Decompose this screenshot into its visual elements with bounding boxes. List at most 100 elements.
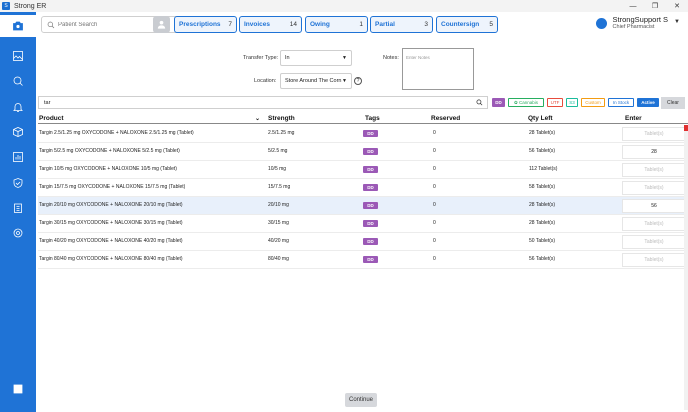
table-row[interactable]: Targin 2.5/1.25 mg OXYCODONE + NALOXONE …	[38, 125, 688, 143]
maximize-icon[interactable]: ❐	[644, 0, 666, 12]
help-icon[interactable]: ?	[354, 77, 362, 85]
reserved-value: 0	[433, 256, 436, 262]
chip-custom[interactable]: Custom	[581, 98, 605, 107]
sidebar-item-compliance[interactable]	[0, 172, 36, 194]
chip-dd[interactable]: DD	[492, 98, 505, 107]
add-patient-button[interactable]	[153, 16, 170, 33]
chip-cannabis[interactable]: ✿ Cannabis	[508, 98, 544, 107]
tab-count: 1	[359, 21, 363, 28]
chip-in-stock[interactable]: In Stock	[608, 98, 634, 107]
chip-s3[interactable]: S3	[566, 98, 578, 107]
strength-value: 30/15 mg	[268, 220, 289, 226]
col-strength[interactable]: Strength	[268, 115, 295, 122]
table-row[interactable]: Targin 80/40 mg OXYCODONE + NALOXONE 80/…	[38, 251, 688, 269]
filter-query: tar	[44, 99, 51, 106]
chip-utf[interactable]: UTF	[547, 98, 563, 107]
caret-down-icon: ▼	[342, 78, 347, 84]
search-icon[interactable]	[476, 99, 483, 106]
enter-quantity-input[interactable]: 56	[622, 199, 686, 213]
sidebar-item-patient-search[interactable]	[0, 70, 36, 92]
location-select[interactable]: Store Around The Corn ▼	[280, 73, 352, 89]
reserved-value: 0	[433, 238, 436, 244]
chip-active[interactable]: Active	[637, 98, 659, 107]
tab-label: Prescriptions	[179, 21, 221, 28]
sidebar-item-notifications[interactable]	[0, 96, 36, 118]
tag-badge-dd: DD	[363, 148, 378, 155]
strength-value: 15/7.5 mg	[268, 184, 291, 190]
sidebar-item-tasks[interactable]	[0, 197, 36, 219]
tab-count: 14	[289, 21, 297, 28]
transfer-type-select[interactable]: In ▼	[280, 50, 352, 66]
product-filter-input[interactable]: tar	[38, 96, 488, 109]
tag-badge-dd: DD	[363, 166, 378, 173]
patient-search-input[interactable]	[58, 21, 168, 28]
enter-quantity-input[interactable]: Tablet(s)	[622, 127, 686, 141]
enter-quantity-input[interactable]: Tablet(s)	[622, 235, 686, 249]
table-row[interactable]: Targin 40/20 mg OXYCODONE + NALOXONE 40/…	[38, 233, 688, 251]
sort-chevron-icon[interactable]: ⌄	[255, 115, 260, 122]
table-row[interactable]: Targin 10/5 mg OXYCODONE + NALOXONE 10/5…	[38, 161, 688, 179]
enter-quantity-input[interactable]: Tablet(s)	[622, 181, 686, 195]
search-icon	[47, 21, 55, 28]
notes-label: Notes:	[383, 55, 399, 61]
sidebar-item-camera[interactable]	[0, 15, 36, 37]
col-reserved[interactable]: Reserved	[431, 115, 460, 122]
tab-prescriptions[interactable]: Prescriptions 7	[174, 16, 237, 33]
enter-quantity-input[interactable]: Tablet(s)	[622, 253, 686, 267]
col-tags[interactable]: Tags	[365, 115, 380, 122]
tab-invoices[interactable]: Invoices 14	[239, 16, 302, 33]
reserved-value: 0	[433, 130, 436, 136]
table-row[interactable]: Targin 5/2.5 mg OXYCODONE + NALOXONE 5/2…	[38, 143, 688, 161]
sidebar-item-settings[interactable]	[0, 222, 36, 244]
tag-badge-dd: DD	[363, 184, 378, 191]
reserved-value: 0	[433, 202, 436, 208]
table-row[interactable]: Targin 15/7.5 mg OXYCODONE + NALOXONE 15…	[38, 179, 688, 197]
box-icon	[13, 127, 23, 137]
location-label: Location:	[254, 78, 277, 84]
minimize-icon[interactable]: —	[622, 0, 644, 12]
tab-partial[interactable]: Partial 3	[370, 16, 433, 33]
close-icon[interactable]: ✕	[666, 0, 688, 12]
enter-quantity-input[interactable]: Tablet(s)	[622, 217, 686, 231]
sidebar	[0, 12, 36, 412]
user-role: Chief Pharmacist	[612, 24, 655, 30]
scrollbar-thumb[interactable]	[684, 125, 688, 131]
product-name: Targin 40/20 mg OXYCODONE + NALOXONE 40/…	[39, 238, 183, 244]
chevron-down-icon[interactable]: ▼	[674, 19, 680, 25]
product-name: Targin 15/7.5 mg OXYCODONE + NALOXONE 15…	[39, 184, 186, 190]
clipboard-icon	[14, 203, 22, 213]
product-name: Targin 30/15 mg OXYCODONE + NALOXONE 30/…	[39, 220, 183, 226]
tab-countersign[interactable]: Countersign 5	[436, 16, 498, 33]
reserved-value: 0	[433, 166, 436, 172]
notes-textarea[interactable]: Enter Notes	[402, 48, 474, 90]
logout-icon	[13, 384, 23, 394]
sidebar-item-logout[interactable]	[0, 378, 36, 400]
table-scrollbar[interactable]	[684, 125, 688, 410]
tab-label: Owing	[310, 21, 330, 28]
continue-button[interactable]: Continue	[345, 393, 377, 407]
reserved-value: 0	[433, 220, 436, 226]
sidebar-item-reports[interactable]	[0, 146, 36, 168]
enter-quantity-input[interactable]: 28	[622, 145, 686, 159]
tab-owing[interactable]: Owing 1	[305, 16, 368, 33]
chip-cannabis-label: Cannabis	[519, 100, 539, 105]
reserved-value: 0	[433, 184, 436, 190]
tab-label: Invoices	[244, 21, 271, 28]
col-enter: Enter	[625, 115, 642, 122]
col-product[interactable]: Product	[39, 115, 64, 122]
sidebar-item-inventory[interactable]	[0, 121, 36, 143]
col-qty-left[interactable]: Qty Left	[528, 115, 553, 122]
enter-quantity-input[interactable]: Tablet(s)	[622, 163, 686, 177]
clear-button[interactable]: Clear	[661, 97, 685, 109]
gear-icon	[13, 228, 23, 238]
camera-icon	[13, 21, 23, 31]
qty-left-value: 28 Tablet(s)	[529, 130, 556, 136]
top-header: Prescriptions 7 Invoices 14 Owing 1 Part…	[36, 12, 688, 38]
table-row[interactable]: Targin 30/15 mg OXYCODONE + NALOXONE 30/…	[38, 215, 688, 233]
user-menu[interactable]: StrongSupport S Chief Pharmacist	[595, 16, 668, 30]
transfer-type-label: Transfer Type:	[243, 55, 279, 61]
table-row[interactable]: Targin 20/10 mg OXYCODONE + NALOXONE 20/…	[38, 197, 688, 215]
shield-check-icon	[13, 178, 23, 188]
window-controls: — ❐ ✕	[622, 0, 688, 12]
sidebar-item-images[interactable]	[0, 45, 36, 67]
